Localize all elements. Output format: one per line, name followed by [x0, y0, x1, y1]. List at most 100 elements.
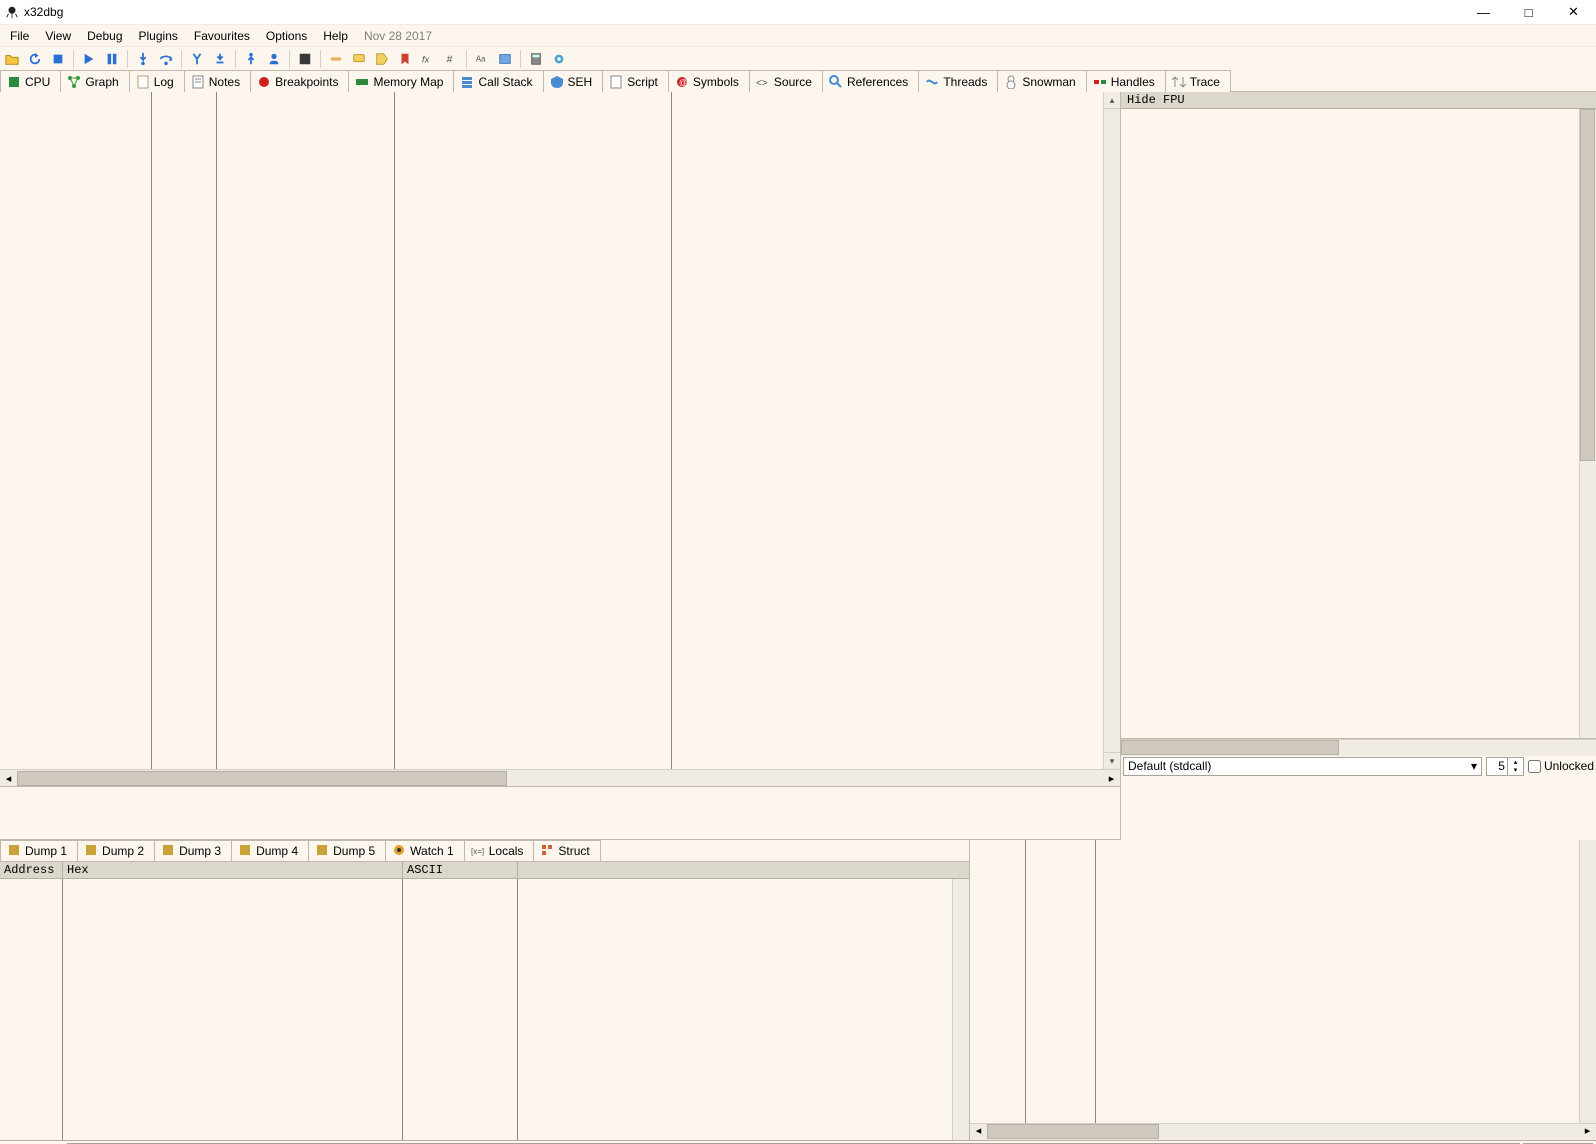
comments-icon[interactable]: [349, 49, 369, 69]
bookmarks-icon[interactable]: [395, 49, 415, 69]
calls-icon[interactable]: [495, 49, 515, 69]
svg-text:<>: <>: [756, 78, 768, 89]
view-tabs: CPU Graph Log Notes Breakpoints Memory M…: [0, 70, 1596, 92]
menu-options[interactable]: Options: [258, 26, 315, 46]
tab-references[interactable]: References: [822, 70, 919, 92]
close-button[interactable]: ✕: [1551, 0, 1596, 24]
settings-icon[interactable]: [549, 49, 569, 69]
stack-value-column: [1026, 840, 1096, 1123]
scroll-thumb[interactable]: [987, 1124, 1159, 1139]
tab-log[interactable]: Log: [129, 70, 185, 92]
tab-trace[interactable]: Trace: [1165, 70, 1231, 92]
pause-icon[interactable]: [102, 49, 122, 69]
tab-script[interactable]: Script: [602, 70, 669, 92]
tab-label: Dump 1: [25, 844, 67, 858]
tab-label: Symbols: [693, 75, 739, 89]
registers-panel: Hide FPU Default (stdcall)▾ ▴▾ Unlocked: [1120, 92, 1596, 840]
registers-vertical-scrollbar[interactable]: [1579, 109, 1596, 738]
scroll-right-icon[interactable]: ▸: [1579, 1124, 1596, 1140]
run-to-user-icon[interactable]: [264, 49, 284, 69]
disasm-vertical-scrollbar[interactable]: ▴ ▾: [1103, 92, 1120, 769]
stepper-down-icon[interactable]: ▾: [1508, 766, 1523, 775]
disasm-gutter: [0, 92, 152, 769]
tab-threads[interactable]: Threads: [918, 70, 998, 92]
scylla-icon[interactable]: [295, 49, 315, 69]
open-file-icon[interactable]: [2, 49, 22, 69]
labels-icon[interactable]: [372, 49, 392, 69]
scroll-left-icon[interactable]: ◂: [970, 1124, 987, 1140]
hide-fpu-button[interactable]: Hide FPU: [1121, 92, 1596, 109]
unlocked-checkbox[interactable]: Unlocked: [1528, 759, 1594, 773]
stack-view[interactable]: [970, 840, 1596, 1123]
calling-convention-dropdown[interactable]: Default (stdcall)▾: [1123, 757, 1482, 776]
functions-icon[interactable]: fx: [418, 49, 438, 69]
tab-label: CPU: [25, 75, 50, 89]
tab-source[interactable]: <>Source: [749, 70, 823, 92]
tab-symbols[interactable]: @Symbols: [668, 70, 750, 92]
tab-cpu[interactable]: CPU: [0, 70, 61, 92]
restart-icon[interactable]: [25, 49, 45, 69]
menu-favourites[interactable]: Favourites: [186, 26, 258, 46]
menu-help[interactable]: Help: [315, 26, 356, 46]
disasm-horizontal-scrollbar[interactable]: ◂ ▸: [0, 769, 1120, 786]
trace-over-icon[interactable]: [210, 49, 230, 69]
menu-plugins[interactable]: Plugins: [131, 26, 186, 46]
stepper-up-icon[interactable]: ▴: [1508, 758, 1523, 767]
unlocked-checkbox-input[interactable]: [1528, 760, 1541, 773]
tab-dump-1[interactable]: Dump 1: [0, 840, 78, 861]
memory-icon: [355, 75, 369, 89]
arg-count-stepper[interactable]: ▴▾: [1486, 757, 1524, 776]
menu-debug[interactable]: Debug: [79, 26, 130, 46]
dump-header-hex[interactable]: Hex: [63, 862, 403, 878]
maximize-button[interactable]: □: [1506, 0, 1551, 24]
step-out-icon[interactable]: [241, 49, 261, 69]
tab-locals[interactable]: [x=]Locals: [464, 840, 535, 861]
tab-dump-4[interactable]: Dump 4: [231, 840, 309, 861]
dump-icon: [315, 843, 329, 860]
tab-call-stack[interactable]: Call Stack: [453, 70, 543, 92]
dump-vertical-scrollbar[interactable]: [952, 879, 969, 1140]
dump-header-ascii[interactable]: ASCII: [403, 862, 518, 878]
tab-breakpoints[interactable]: Breakpoints: [250, 70, 349, 92]
registers-horizontal-scrollbar[interactable]: [1121, 739, 1596, 756]
tab-memory-map[interactable]: Memory Map: [348, 70, 454, 92]
step-into-icon[interactable]: [133, 49, 153, 69]
dump-hex-column: [63, 879, 403, 1140]
tab-seh[interactable]: SEH: [543, 70, 604, 92]
registers-view[interactable]: [1121, 109, 1596, 739]
scroll-up-icon[interactable]: ▴: [1104, 92, 1120, 109]
tab-snowman[interactable]: Snowman: [997, 70, 1086, 92]
tab-handles[interactable]: Handles: [1086, 70, 1166, 92]
run-icon[interactable]: [79, 49, 99, 69]
tab-notes[interactable]: Notes: [184, 70, 251, 92]
trace-into-icon[interactable]: [187, 49, 207, 69]
scroll-right-icon[interactable]: ▸: [1103, 772, 1120, 785]
patches-icon[interactable]: [326, 49, 346, 69]
tab-graph[interactable]: Graph: [60, 70, 129, 92]
dump-header-address[interactable]: Address: [0, 862, 63, 878]
dump-view[interactable]: [0, 879, 969, 1140]
scroll-left-icon[interactable]: ◂: [0, 772, 17, 785]
tab-dump-2[interactable]: Dump 2: [77, 840, 155, 861]
stack-vertical-scrollbar[interactable]: [1579, 840, 1596, 1123]
tab-dump-5[interactable]: Dump 5: [308, 840, 386, 861]
tab-label: Dump 2: [102, 844, 144, 858]
tab-dump-3[interactable]: Dump 3: [154, 840, 232, 861]
minimize-button[interactable]: —: [1461, 0, 1506, 24]
scroll-down-icon[interactable]: ▾: [1104, 752, 1120, 769]
strings-icon[interactable]: Aa: [472, 49, 492, 69]
stack-horizontal-scrollbar[interactable]: ◂ ▸: [970, 1123, 1596, 1140]
scroll-thumb[interactable]: [1121, 740, 1339, 755]
step-over-icon[interactable]: [156, 49, 176, 69]
tab-struct[interactable]: Struct: [533, 840, 600, 861]
tab-watch-1[interactable]: Watch 1: [385, 840, 465, 861]
menu-view[interactable]: View: [37, 26, 79, 46]
arg-count-input[interactable]: [1487, 759, 1507, 773]
scroll-thumb[interactable]: [1580, 109, 1595, 461]
dump-icon: [238, 843, 252, 860]
scroll-thumb[interactable]: [17, 771, 507, 786]
stop-icon[interactable]: [48, 49, 68, 69]
variables-icon[interactable]: #: [441, 49, 461, 69]
calculator-icon[interactable]: [526, 49, 546, 69]
menu-file[interactable]: File: [2, 26, 37, 46]
